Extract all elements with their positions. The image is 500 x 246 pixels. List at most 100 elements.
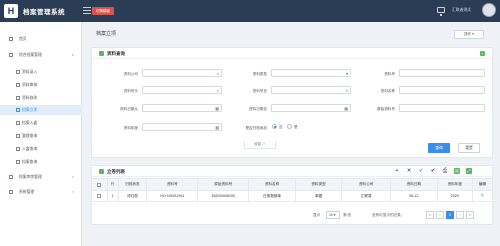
avatar[interactable]	[482, 3, 496, 17]
panel-title: 立卷列表	[107, 168, 125, 174]
sidebar-item-label: 系统管理	[19, 190, 35, 194]
confirm-icon[interactable]: ✔	[430, 168, 436, 174]
user-name[interactable]: 汇联者测试	[452, 8, 471, 13]
cell-row: 1	[106, 190, 119, 202]
prev-page-button[interactable]: ‹	[436, 211, 444, 219]
filed-no-radio[interactable]	[272, 124, 277, 129]
sidebar-item-system-management[interactable]: 系统管理 <	[0, 187, 82, 197]
sidebar-item-data-review[interactable]: 资料审核	[0, 80, 82, 90]
column-header: 原始资料号	[197, 178, 250, 191]
select-all-checkbox[interactable]	[91, 178, 108, 191]
collapse-icon[interactable]: −	[480, 50, 485, 56]
search-panel: 资料查询 −	[91, 47, 493, 158]
cell-orig-no: EM200008100	[197, 190, 250, 202]
cell-type: 单据	[294, 190, 343, 202]
search-icon	[16, 160, 20, 164]
sidebar-item-organize-query[interactable]: 整理查询	[0, 131, 82, 141]
cell-doc-no: HLY100012911	[146, 190, 199, 202]
sidebar: 首页 综合档案管理 ∨ 资料录入 资料审核 资料修改 档案立项 档案入盒 整理查…	[0, 22, 82, 246]
original-number-input[interactable]	[399, 104, 485, 112]
doc-number-input[interactable]	[399, 69, 485, 77]
sidebar-item-warehouse-management[interactable]: 档案库房管理 <	[0, 172, 82, 182]
date-from-input[interactable]: ▦	[142, 104, 222, 112]
field-label: 资料号	[384, 72, 395, 76]
sidebar-item-archive-query[interactable]: 档案查询	[0, 157, 82, 167]
filing-table: 行 归档状态 资料号 原始资料号 资料名称 资料类型 资料公司 资料日期 资料年…	[91, 178, 494, 202]
type-select[interactable]: ▾	[271, 69, 351, 77]
no-records-text: 没有可显示的记录。	[372, 213, 405, 217]
chevron-left-icon: <	[71, 175, 74, 179]
field-label: 原始资料号	[377, 107, 395, 111]
sidebar-item-archive-management[interactable]: 综合档案管理 ∨	[0, 50, 82, 60]
column-header: 资料类型	[294, 178, 343, 191]
sidebar-item-data-edit[interactable]: 资料修改	[0, 93, 82, 103]
menu-toggle-icon[interactable]	[83, 5, 91, 15]
folder-icon	[9, 53, 13, 57]
field-label: 资料日期至	[249, 107, 267, 111]
field-label: 是否归档添加	[245, 126, 267, 130]
sidebar-item-label: 档案库房管理	[19, 175, 42, 179]
edit-icon[interactable]: ✎	[471, 190, 494, 202]
sidebar-item-archive-filing[interactable]: 档案立项	[0, 105, 82, 115]
sidebar-item-label: 档案入盒	[22, 121, 38, 125]
current-page-button[interactable]: 0	[446, 211, 454, 219]
next-page-button[interactable]: ›	[456, 211, 464, 219]
doc-number-from-input[interactable]: ⌕	[142, 86, 222, 94]
company-input[interactable]: ⌕	[142, 69, 222, 77]
print-icon[interactable]: ⎙	[442, 168, 448, 174]
filed-yes-radio[interactable]	[287, 124, 292, 129]
home-icon	[9, 37, 13, 41]
date-to-input[interactable]: ▦	[271, 104, 351, 112]
column-header: 资料名称	[248, 178, 296, 191]
column-header: 行	[106, 178, 119, 191]
row-checkbox[interactable]	[91, 190, 108, 202]
table-header-row: 行 归档状态 资料号 原始资料号 资料名称 资料类型 资料公司 资料日期 资料年…	[91, 178, 494, 191]
calendar-icon[interactable]: ▦	[215, 125, 219, 130]
sidebar-item-label: 资料修改	[22, 96, 38, 100]
query-button[interactable]: 查询	[428, 143, 450, 153]
page-header: 档案立项	[83, 22, 500, 45]
sidebar-item-box-query[interactable]: 入盒查询	[0, 144, 82, 154]
doc-name-input[interactable]	[399, 86, 485, 94]
column-header: 资料日期	[390, 178, 438, 191]
radio-label: 否	[279, 125, 283, 129]
actions-dropdown-button[interactable]: 操作 ▾	[454, 30, 484, 39]
monitor-icon[interactable]	[437, 7, 445, 16]
panel-header: 资料查询 −	[92, 48, 492, 59]
approve-icon[interactable]: ✓	[418, 168, 424, 174]
search-icon[interactable]: ⌕	[217, 71, 219, 76]
sidebar-item-data-entry[interactable]: 资料录入	[0, 67, 82, 77]
export-icon[interactable]: ▤	[454, 168, 460, 174]
calendar-icon[interactable]: ▦	[215, 106, 219, 111]
search-icon	[16, 147, 20, 151]
sidebar-item-label: 入盒查询	[22, 147, 38, 151]
page-title: 档案立项	[96, 31, 117, 37]
box-icon	[16, 121, 20, 125]
first-page-button[interactable]: «	[426, 211, 434, 219]
gear-icon	[9, 190, 13, 194]
file-icon	[16, 108, 20, 112]
reset-button[interactable]: 重置	[458, 143, 480, 153]
page-size-select[interactable]: 10 ▾	[326, 211, 340, 219]
warehouse-icon	[9, 175, 13, 179]
app-logo: H	[4, 4, 18, 18]
table-row[interactable]: 1 待归档 HLY100012911 EM200008100 日常报销单 单据 …	[91, 190, 494, 202]
sidebar-item-archive-boxing[interactable]: 档案入盒	[0, 118, 82, 128]
sidebar-item-home[interactable]: 首页	[0, 34, 82, 44]
cell-company: 汇联易	[341, 190, 392, 202]
sidebar-item-label: 首页	[19, 37, 27, 41]
calendar-icon[interactable]: ▦	[344, 106, 348, 111]
delete-icon[interactable]: ✕	[406, 168, 412, 174]
last-page-button[interactable]: »	[466, 211, 474, 219]
sidebar-item-label: 整理查询	[22, 134, 38, 138]
switch-template-button[interactable]: 切换模板	[92, 7, 114, 15]
search-icon[interactable]: ⌕	[346, 88, 348, 93]
add-icon[interactable]: +	[394, 168, 400, 174]
search-icon[interactable]: ⌕	[217, 88, 219, 93]
field-label: 资料日期从	[120, 107, 138, 111]
year-input[interactable]: ▦	[142, 123, 222, 131]
doc-number-to-input[interactable]: ⌕	[271, 86, 351, 94]
pager-display-label: 显示	[313, 213, 321, 217]
collapse-search-link[interactable]: 收起 ∧	[244, 141, 276, 149]
expand-icon[interactable]: ⤢	[466, 168, 472, 174]
